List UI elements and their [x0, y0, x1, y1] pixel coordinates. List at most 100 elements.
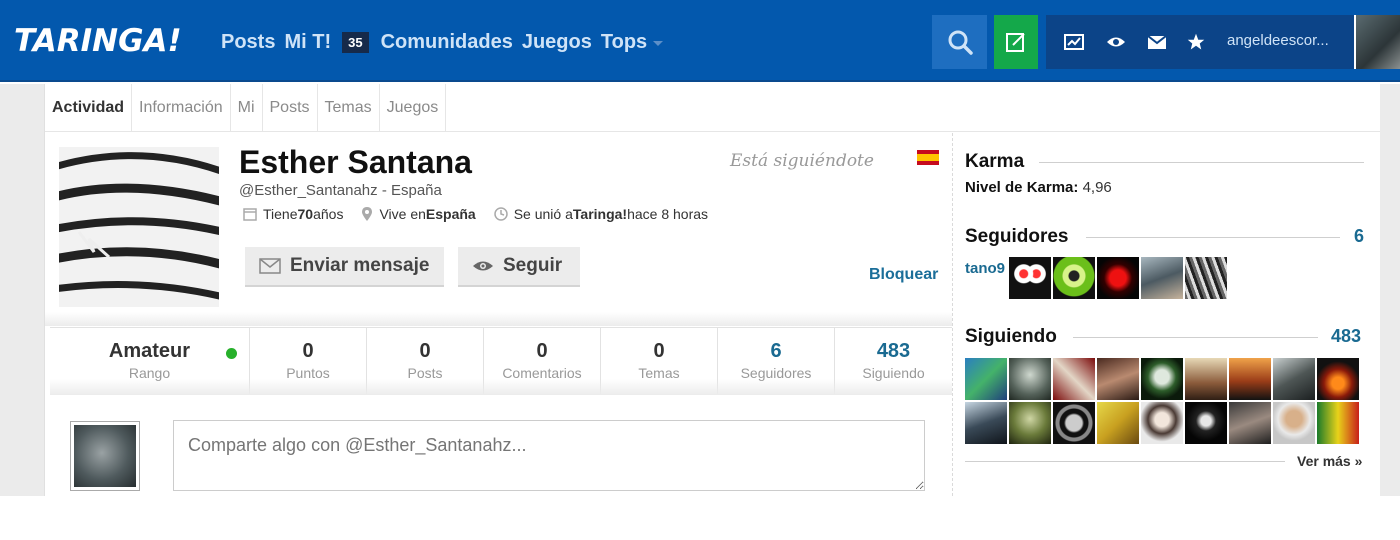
lives-prefix: Vive en [379, 206, 426, 222]
stat-puntos[interactable]: 0 Puntos [250, 328, 367, 395]
chevron-down-icon[interactable] [653, 40, 664, 46]
following-avatar[interactable] [1097, 402, 1139, 444]
top-bar: TARINGA! Posts Mi T! 35 Comunidades Jueg… [0, 0, 1400, 82]
following-avatar[interactable] [1229, 358, 1271, 400]
profile-facts: Tiene 70 años Vive en España Se unió a T… [243, 205, 726, 223]
following-avatar[interactable] [965, 402, 1007, 444]
stat-value: 0 [536, 340, 548, 362]
nav-juegos[interactable]: Juegos [522, 31, 592, 54]
nav-comunidades[interactable]: Comunidades [381, 31, 513, 54]
karma-label: Nivel de Karma: [965, 179, 1079, 196]
star-icon[interactable] [1185, 32, 1207, 52]
joined-site: Taringa! [572, 206, 628, 222]
stat-label: Rango [128, 365, 171, 381]
profile-avatar[interactable] [59, 147, 219, 307]
following-avatar[interactable] [1009, 402, 1051, 444]
nav-mi-t[interactable]: Mi T! [284, 31, 331, 54]
profile-stats: Amateur Rango 0 Puntos 0 Posts 0 Comenta… [50, 327, 952, 395]
stat-temas[interactable]: 0 Temas [601, 328, 718, 395]
follow-button[interactable]: Seguir [458, 247, 580, 287]
follow-label: Seguir [503, 255, 563, 276]
nav-tops[interactable]: Tops [601, 31, 647, 54]
see-more-link[interactable]: Ver más » [1297, 453, 1362, 469]
tab-posts[interactable]: Posts [263, 84, 318, 131]
following-avatar[interactable] [1273, 358, 1315, 400]
new-post-button[interactable] [994, 15, 1038, 69]
joined-prefix: Se unió a [513, 206, 573, 222]
followers-title: Seguidores [965, 226, 1069, 247]
following-avatar[interactable] [1317, 358, 1359, 400]
follower-name-link[interactable]: tano9 [965, 260, 1005, 277]
following-avatar[interactable] [1185, 402, 1227, 444]
stat-value: Amateur [108, 340, 191, 362]
divider [1086, 237, 1340, 238]
tab-mi[interactable]: Mi [231, 84, 263, 131]
mi-t-notification-badge[interactable]: 35 [342, 31, 369, 53]
stat-value: 6 [770, 340, 782, 362]
followers-count[interactable]: 6 [1354, 226, 1364, 247]
user-menu: angeldeescor... [1046, 15, 1400, 69]
lives-value: España [425, 206, 476, 222]
block-link[interactable]: Bloquear [869, 266, 938, 284]
following-avatar[interactable] [1317, 402, 1359, 444]
follower-avatar[interactable] [1009, 257, 1051, 299]
search-button[interactable] [932, 15, 987, 69]
eye-icon [473, 261, 493, 271]
stat-value: 0 [302, 340, 314, 362]
stat-seguidores[interactable]: 6 Seguidores [718, 328, 835, 395]
follower-avatar[interactable] [1185, 257, 1227, 299]
search-icon [948, 30, 973, 55]
following-avatar[interactable] [1053, 402, 1095, 444]
profile-tabs: Actividad Información Mi Posts Temas Jue… [45, 84, 1380, 132]
following-title: Siguiendo [965, 326, 1057, 347]
mail-icon[interactable] [1146, 32, 1168, 52]
stat-comentarios[interactable]: 0 Comentarios [484, 328, 601, 395]
tab-informacion[interactable]: Información [132, 84, 231, 131]
compose-icon [1006, 33, 1025, 52]
joined-fact: Se unió a Taringa! hace 8 horas [493, 206, 708, 222]
share-input[interactable] [173, 420, 925, 491]
stats-icon[interactable] [1063, 32, 1085, 52]
location-pin-icon [362, 207, 373, 221]
taringa-logo[interactable]: TARINGA! [14, 22, 182, 60]
follower-avatar[interactable] [1097, 257, 1139, 299]
following-avatar[interactable] [1229, 402, 1271, 444]
following-avatar[interactable] [1141, 358, 1183, 400]
stat-label: Comentarios [502, 365, 582, 381]
stat-rango: Amateur Rango [50, 328, 250, 395]
following-avatar[interactable] [1097, 358, 1139, 400]
page-gutter-right [1380, 84, 1400, 496]
tab-temas[interactable]: Temas [318, 84, 380, 131]
karma-title: Karma [965, 151, 1025, 172]
main-nav: Posts Mi T! 35 Comunidades Juegos Tops [221, 28, 664, 56]
eye-icon[interactable] [1105, 32, 1127, 52]
divider [1073, 337, 1318, 338]
stat-value: 0 [419, 340, 431, 362]
follower-avatar[interactable] [1141, 257, 1183, 299]
stat-siguiendo[interactable]: 483 Siguiendo [835, 328, 952, 395]
following-avatar[interactable] [1185, 358, 1227, 400]
tab-actividad[interactable]: Actividad [45, 84, 133, 131]
follower-avatar[interactable] [1053, 257, 1095, 299]
stat-label: Siguiendo [862, 365, 925, 381]
stat-label: Posts [407, 365, 443, 381]
username-link[interactable]: angeldeescor... [1227, 32, 1329, 49]
stat-posts[interactable]: 0 Posts [367, 328, 484, 395]
following-thumbnails [965, 358, 1365, 446]
karma-level: Nivel de Karma: 4,96 [965, 179, 1112, 196]
following-avatar[interactable] [1141, 402, 1183, 444]
envelope-icon [259, 258, 281, 274]
following-avatar[interactable] [965, 358, 1007, 400]
tab-juegos[interactable]: Juegos [380, 84, 447, 131]
following-avatar[interactable] [1273, 402, 1315, 444]
stat-label: Seguidores [740, 365, 812, 381]
send-message-button[interactable]: Enviar mensaje [245, 247, 444, 287]
following-count[interactable]: 483 [1331, 326, 1361, 347]
age-prefix: Tiene [263, 206, 298, 222]
profile-name: Esther Santana [239, 144, 472, 180]
user-avatar[interactable] [1354, 15, 1400, 69]
nav-posts[interactable]: Posts [221, 31, 275, 54]
stat-label: Puntos [286, 365, 330, 381]
following-avatar[interactable] [1053, 358, 1095, 400]
following-avatar[interactable] [1009, 358, 1051, 400]
